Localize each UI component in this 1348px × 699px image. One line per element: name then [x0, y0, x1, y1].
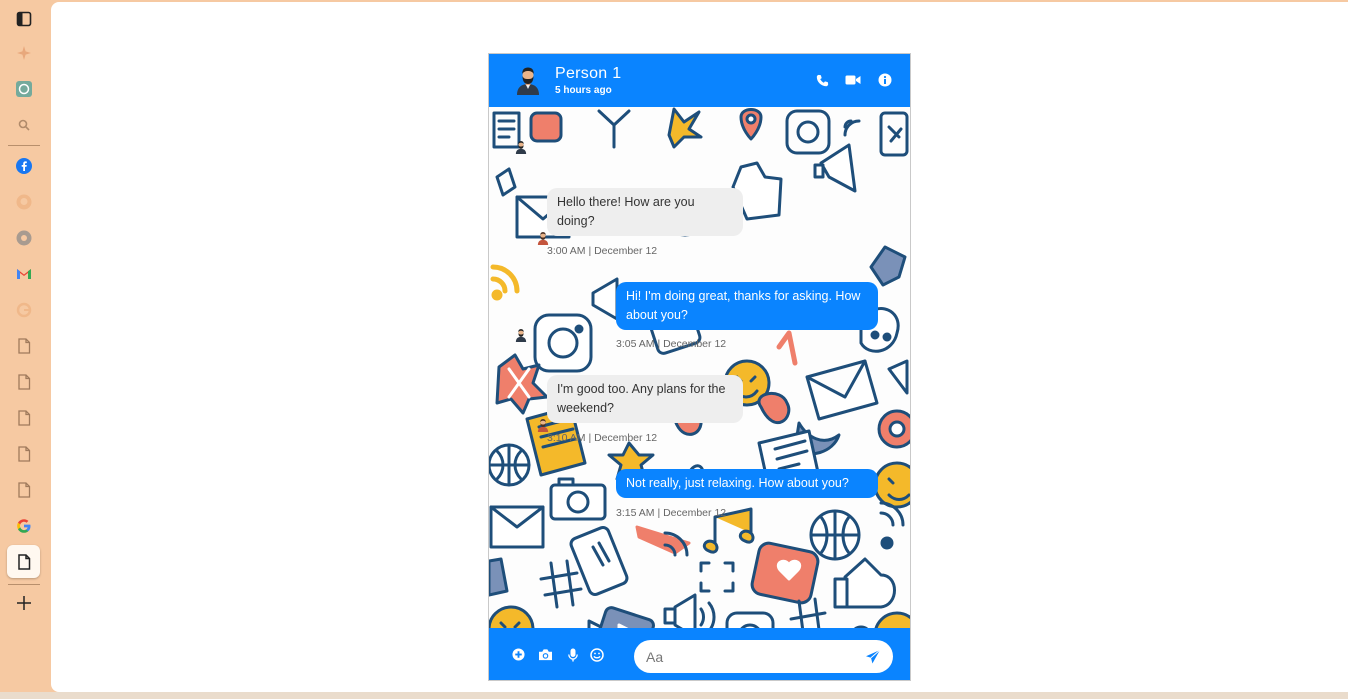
contact-name: Person 1	[555, 65, 622, 82]
bottom-strip	[0, 692, 1348, 699]
message-time: 3:15 AM | December 12	[616, 507, 727, 519]
chat-window: Person 1 5 hours ago Hello there! How ar…	[488, 53, 911, 681]
chat-header: Person 1 5 hours ago	[489, 54, 910, 107]
message-time: 3:10 AM | December 12	[547, 432, 658, 444]
video-icon[interactable]	[845, 72, 861, 88]
chat-footer	[489, 628, 910, 680]
browser-sidebar	[0, 0, 48, 699]
contact-status: 5 hours ago	[555, 85, 612, 96]
sidebar-separator	[8, 145, 40, 146]
contact-avatar[interactable]	[513, 65, 543, 95]
file-icon[interactable]	[14, 408, 34, 428]
facebook-icon[interactable]	[14, 156, 34, 176]
contact-avatar-small	[514, 140, 528, 154]
plus-icon[interactable]	[14, 593, 34, 613]
message-bubble[interactable]: Hi! I'm doing great, thanks for asking. …	[616, 282, 878, 330]
file-icon[interactable]	[14, 444, 34, 464]
file-icon[interactable]	[14, 372, 34, 392]
gmail-icon[interactable]	[14, 264, 34, 284]
file-icon[interactable]	[14, 552, 34, 572]
chat-body[interactable]: Hello there! How are you doing? 3:00 AM …	[489, 107, 910, 628]
message-time: 3:00 AM | December 12	[547, 245, 658, 257]
message-bubble[interactable]: I'm good too. Any plans for the weekend?	[547, 375, 743, 423]
phone-icon[interactable]	[814, 72, 830, 88]
google-icon[interactable]	[14, 300, 34, 320]
sidebar-separator	[8, 584, 40, 585]
contact-avatar-small	[514, 328, 528, 342]
doodle-background	[489, 107, 910, 628]
info-icon[interactable]	[877, 72, 893, 88]
camera-icon[interactable]	[538, 647, 553, 662]
message-input[interactable]	[634, 640, 893, 673]
message-bubble[interactable]: Not really, just relaxing. How about you…	[616, 469, 878, 498]
user-avatar-small	[536, 231, 550, 245]
message-bubble[interactable]: Hello there! How are you doing?	[547, 188, 743, 236]
plus-circle-icon[interactable]	[511, 647, 526, 662]
file-icon[interactable]	[14, 480, 34, 500]
sidebar-toggle-icon[interactable]	[14, 9, 34, 29]
chatgpt-icon[interactable]	[14, 79, 34, 99]
search-icon[interactable]	[14, 115, 34, 135]
sparkle-icon[interactable]	[14, 43, 34, 63]
google-icon[interactable]	[14, 516, 34, 536]
send-icon[interactable]	[864, 648, 882, 666]
emoji-icon[interactable]	[589, 647, 604, 662]
message-time: 3:05 AM | December 12	[616, 338, 727, 350]
chrome-icon[interactable]	[14, 228, 34, 248]
github-icon[interactable]	[14, 192, 34, 212]
file-icon[interactable]	[14, 336, 34, 356]
microphone-icon[interactable]	[565, 647, 580, 662]
user-avatar-small	[536, 418, 550, 432]
